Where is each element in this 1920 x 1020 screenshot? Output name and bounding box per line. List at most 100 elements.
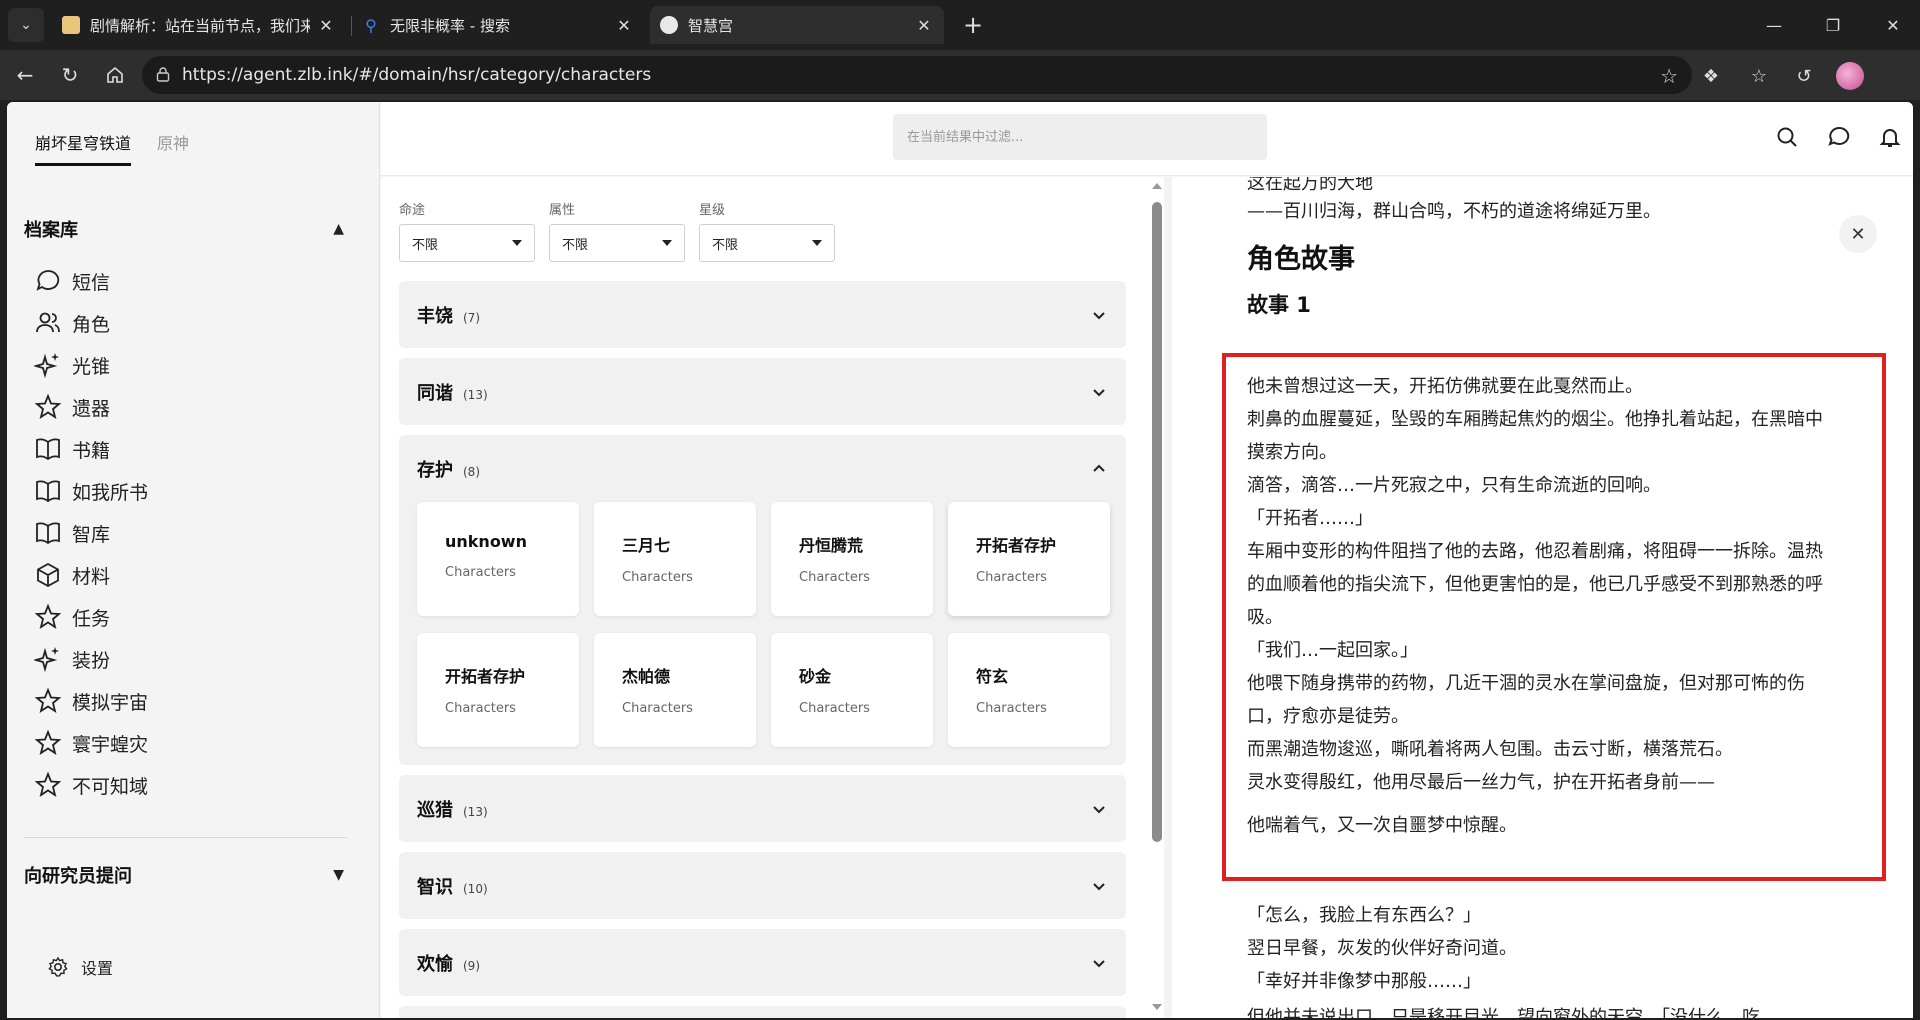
- browser-tab-1[interactable]: 剧情解析：站在当前节点，我们来 ✕: [52, 6, 346, 44]
- character-detail-panel: 这在起万的大地 ——百川归海，群山合鸣，不朽的道途将绵延万里。 ✕ 角色故事 故…: [1172, 177, 1913, 1018]
- filter-element-select[interactable]: 不限: [549, 224, 685, 262]
- scroll-down-arrow-icon[interactable]: [1152, 1004, 1162, 1010]
- filter-path: 命途 不限: [399, 199, 535, 262]
- card-name: 符玄: [976, 667, 1009, 686]
- sidebar-item-characters[interactable]: 角色: [34, 302, 148, 344]
- profile-avatar[interactable]: [1836, 62, 1864, 90]
- character-card[interactable]: 砂金 Characters: [771, 633, 933, 747]
- sidebar-item-relics[interactable]: 遗器: [34, 386, 148, 428]
- cube-icon: [37, 562, 59, 588]
- close-detail-button[interactable]: ✕: [1839, 215, 1877, 253]
- sidebar-item-missions[interactable]: 任务: [34, 596, 148, 638]
- list-scrollbar[interactable]: [1151, 177, 1163, 1018]
- web-page: 崩坏星穹铁道 原神 档案库 ▲ 短信 角色 光锥 遗器 书籍 如我所书 智库 材…: [7, 102, 1913, 1018]
- path-accordion-preservation: 存护 (8) unknown Characters 三月七 Characters 丹恒…: [399, 435, 1126, 765]
- character-card[interactable]: 三月七 Characters: [594, 502, 756, 616]
- sidebar-item-books[interactable]: 书籍: [34, 428, 148, 470]
- path-accordion-partial: [399, 1006, 1126, 1018]
- filter-rarity-select[interactable]: 不限: [699, 224, 835, 262]
- favorites-button[interactable]: ☆: [1746, 63, 1772, 89]
- tab-actions-menu-button[interactable]: ⌄: [8, 8, 44, 42]
- search-icon: [1777, 127, 1797, 147]
- book-icon: [36, 480, 60, 503]
- sidebar-item-swarm-disaster[interactable]: 寰宇蝗灾: [34, 722, 148, 764]
- address-bar[interactable]: https://agent.zlb.ink/#/domain/hsr/categ…: [142, 56, 1692, 94]
- story-paragraph: 「怎么，我脸上有东西么？」: [1247, 905, 1481, 926]
- card-category: Characters: [622, 701, 693, 716]
- tab-hsr[interactable]: 崩坏星穹铁道: [35, 130, 132, 166]
- divider: [24, 837, 347, 838]
- path-count: (8): [463, 464, 480, 479]
- minimize-window-button[interactable]: —: [1754, 10, 1794, 40]
- sidebar-item-materials[interactable]: 材料: [34, 554, 148, 596]
- story-continuation: 「怎么，我脸上有东西么？」 翌日早餐，灰发的伙伴好奇问道。 「幸好并非像梦中那般…: [1247, 899, 1837, 998]
- accordion-header[interactable]: 丰饶 (7): [399, 281, 1126, 348]
- sidebar: 崩坏星穹铁道 原神 档案库 ▲ 短信 角色 光锥 遗器 书籍 如我所书 智库 材…: [7, 102, 380, 1018]
- card-name: 杰帕德: [622, 667, 671, 686]
- filter-path-select[interactable]: 不限: [399, 224, 535, 262]
- lock-icon: [156, 67, 170, 82]
- path-count: (10): [463, 881, 488, 896]
- accordion-header[interactable]: 存护 (8): [399, 435, 1126, 502]
- character-card[interactable]: 丹恒腾荒 Characters: [771, 502, 933, 616]
- accordion-header[interactable]: 智识 (10): [399, 852, 1126, 919]
- filter-label: 星级: [699, 203, 726, 218]
- sidebar-item-as-i-write[interactable]: 如我所书: [34, 470, 148, 512]
- plus-icon: +: [962, 11, 984, 39]
- star-icon: [34, 393, 62, 419]
- tab-genshin[interactable]: 原神: [157, 130, 189, 166]
- home-button[interactable]: [100, 60, 130, 90]
- sparkle-icon: [34, 647, 59, 673]
- restore-icon: ❐: [1825, 15, 1841, 35]
- back-button[interactable]: ←: [10, 60, 40, 90]
- archive-section-header[interactable]: 档案库 ▲: [24, 216, 344, 242]
- character-card[interactable]: 开拓者存护 Characters: [948, 502, 1110, 616]
- settings-button[interactable]: 设置: [47, 955, 113, 979]
- filter-search-input[interactable]: [893, 114, 1267, 160]
- game-tabs: 崩坏星穹铁道 原神: [35, 130, 189, 166]
- book-icon: [36, 438, 60, 461]
- accordion-header[interactable]: 同谐 (13): [399, 358, 1126, 425]
- close-tab-icon[interactable]: ✕: [914, 16, 934, 35]
- close-tab-icon[interactable]: ✕: [614, 16, 634, 35]
- close-window-button[interactable]: ✕: [1873, 10, 1913, 40]
- favorite-star-icon[interactable]: ☆: [1660, 64, 1678, 88]
- story-paragraph: 翌日早餐，灰发的伙伴好奇问道。: [1247, 938, 1517, 959]
- sidebar-item-light-cones[interactable]: 光锥: [34, 344, 148, 386]
- browser-tab-3-active[interactable]: 智慧宫 ✕: [650, 6, 944, 44]
- character-list-panel: 命途 不限 属性 不限 星级 不限 丰饶 (7) 同谐 (13) 存护 (8) …: [381, 177, 1164, 1018]
- chevron-down-icon: [1093, 311, 1105, 319]
- scrollbar-thumb[interactable]: [1152, 202, 1162, 842]
- story-paragraph: 滴答，滴答…一片死寂之中，只有生命流逝的回响。: [1247, 475, 1661, 496]
- new-tab-button[interactable]: +: [958, 10, 988, 40]
- sidebar-item-simulated-universe[interactable]: 模拟宇宙: [34, 680, 148, 722]
- extensions-button[interactable]: ❖: [1698, 63, 1724, 89]
- section-title: 角色故事: [1247, 244, 1355, 275]
- chevron-up-icon: ▲: [333, 221, 344, 237]
- sidebar-item-library[interactable]: 智库: [34, 512, 148, 554]
- close-tab-icon[interactable]: ✕: [316, 16, 336, 35]
- character-card[interactable]: 杰帕德 Characters: [594, 633, 756, 747]
- reload-button[interactable]: ↻: [55, 60, 85, 90]
- card-category: Characters: [799, 570, 870, 585]
- sidebar-item-unknowable-domain[interactable]: 不可知域: [34, 764, 148, 806]
- character-card[interactable]: 开拓者存护 Characters: [417, 633, 579, 747]
- accordion-header[interactable]: 巡猎 (13): [399, 775, 1126, 842]
- character-cards-grid: unknown Characters 三月七 Characters 丹恒腾荒 Char…: [417, 502, 1110, 747]
- character-card[interactable]: unknown Characters: [417, 502, 579, 616]
- sidebar-item-label: 装扮: [72, 649, 111, 672]
- chat-button[interactable]: [1824, 122, 1854, 152]
- accordion-header[interactable]: 欢愉 (9): [399, 929, 1126, 996]
- search-button[interactable]: [1772, 122, 1802, 152]
- sidebar-item-messages[interactable]: 短信: [34, 260, 148, 302]
- sidebar-item-outfits[interactable]: 装扮: [34, 638, 148, 680]
- search-favicon-icon: ⚲: [365, 15, 377, 35]
- scroll-up-arrow-icon[interactable]: [1152, 183, 1162, 189]
- card-category: Characters: [445, 565, 516, 580]
- history-button[interactable]: ↺: [1791, 63, 1817, 89]
- browser-tab-2[interactable]: ⚲ 无限非概率 - 搜索 ✕: [352, 6, 644, 44]
- character-card[interactable]: 符玄 Characters: [948, 633, 1110, 747]
- notifications-button[interactable]: [1875, 122, 1905, 152]
- ask-researcher-section-header[interactable]: 向研究员提问 ▼: [24, 862, 344, 888]
- restore-window-button[interactable]: ❐: [1813, 10, 1853, 40]
